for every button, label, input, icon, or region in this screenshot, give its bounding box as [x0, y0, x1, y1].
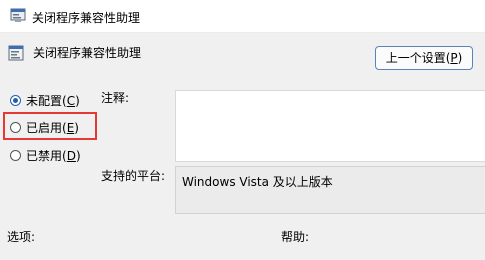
options-label: 选项:	[7, 230, 36, 244]
option-disabled[interactable]: 已禁用(D)	[10, 146, 81, 164]
policy-settings-icon	[8, 45, 24, 61]
previous-setting-label: 上一个设置(	[385, 51, 451, 65]
previous-setting-hotkey: P	[450, 51, 458, 65]
comment-label: 注释:	[101, 91, 130, 105]
policy-settings-icon	[10, 8, 26, 24]
supported-platforms-box: Windows Vista 及以上版本	[175, 166, 485, 214]
radio-not-configured[interactable]	[10, 94, 21, 106]
comment-textarea[interactable]	[175, 90, 485, 162]
highlight-annotation	[3, 112, 97, 140]
title-bar: 关闭程序兼容性助理	[0, 0, 485, 33]
option-label: 未配置(C)	[26, 93, 80, 108]
option-not-configured[interactable]: 未配置(C)	[10, 91, 80, 109]
previous-setting-button[interactable]: 上一个设置(P)	[375, 46, 473, 70]
supported-on-label: 支持的平台:	[101, 169, 166, 183]
help-label: 帮助:	[281, 230, 310, 244]
setting-name: 关闭程序兼容性助理	[33, 46, 142, 60]
radio-disabled[interactable]	[10, 149, 21, 161]
window-title: 关闭程序兼容性助理	[32, 11, 141, 25]
previous-setting-label-end: )	[457, 51, 463, 65]
supported-platforms-value: Windows Vista 及以上版本	[182, 175, 333, 189]
option-label: 已禁用(D)	[26, 148, 81, 163]
